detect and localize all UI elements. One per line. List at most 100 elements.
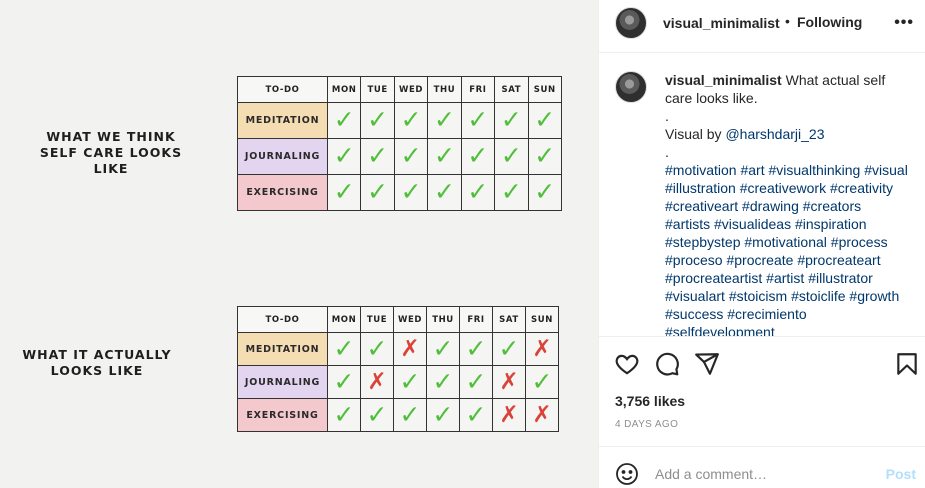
comments-section[interactable]: visual_minimalist What actual self care … <box>599 54 925 337</box>
hashtag-link[interactable]: #procreate <box>726 252 793 268</box>
check-icon: ✓ <box>434 106 455 134</box>
expected-cell: ✓ <box>393 138 429 175</box>
check-icon: ✓ <box>399 400 421 429</box>
expected-cell: ✓ <box>393 102 429 139</box>
hashtag-link[interactable]: #visual <box>864 162 908 178</box>
day-header-fri: FRI <box>460 76 496 103</box>
heart-icon[interactable] <box>614 351 640 377</box>
hashtag-link[interactable]: #artist <box>766 270 804 286</box>
actual-cell: ✓ <box>459 332 493 366</box>
check-icon: ✓ <box>367 178 389 206</box>
likes-count[interactable]: 3,756 likes <box>615 393 685 409</box>
actual-cell: ✓ <box>426 365 460 399</box>
hashtag-link[interactable]: #stoicism <box>729 288 787 304</box>
check-icon: ✓ <box>333 334 355 363</box>
expected-cell: ✓ <box>393 174 429 211</box>
hashtag-link[interactable]: #proceso <box>665 252 723 268</box>
following-button[interactable]: Following <box>797 14 862 30</box>
check-icon: ✓ <box>432 367 454 396</box>
credit-handle-link[interactable]: @harshdarji_23 <box>725 126 824 142</box>
check-icon: ✓ <box>434 142 455 170</box>
cross-icon: ✗ <box>499 368 519 394</box>
header-separator: • <box>785 13 790 29</box>
hashtag-link[interactable]: #creativework <box>740 180 826 196</box>
hashtag-link[interactable]: #drawing <box>742 198 799 214</box>
check-icon: ✓ <box>432 334 454 363</box>
hashtag-link[interactable]: #illustrator <box>808 270 873 286</box>
actual-cell: ✗ <box>360 365 394 399</box>
hashtag-link[interactable]: #visualideas <box>714 216 791 232</box>
habit-label-meditation: MEDITATION <box>237 332 328 366</box>
hashtag-link[interactable]: #selfdevelopment <box>665 324 775 336</box>
day-header-sat: SAT <box>494 76 529 103</box>
check-icon: ✓ <box>465 400 487 429</box>
hashtag-link[interactable]: #illustration <box>665 180 736 196</box>
hashtag-link[interactable]: #creativity <box>830 180 893 196</box>
actual-cell: ✓ <box>360 398 394 432</box>
more-horizontal-icon[interactable]: ••• <box>894 14 914 32</box>
day-header-sun: SUN <box>527 76 563 103</box>
hashtag-link[interactable]: #inspiration <box>795 216 867 232</box>
expected-cell: ✓ <box>326 174 362 211</box>
expected-cell: ✓ <box>494 102 529 139</box>
habit-label-journaling: JOURNALING <box>237 365 328 399</box>
check-icon: ✓ <box>434 178 455 206</box>
hashtag-link[interactable]: #motivation <box>665 162 737 178</box>
day-header-mon: MON <box>326 76 362 103</box>
cross-icon: ✗ <box>367 368 387 394</box>
caption-username[interactable]: visual_minimalist <box>665 72 782 88</box>
actual-cell: ✓ <box>426 398 460 432</box>
post-date[interactable]: 4 DAYS AGO <box>615 419 678 430</box>
check-icon: ✓ <box>500 106 522 134</box>
hashtag-link[interactable]: #creativeart <box>665 198 738 214</box>
check-icon: ✓ <box>333 367 355 396</box>
cross-icon: ✗ <box>532 401 552 427</box>
emoji-icon[interactable] <box>615 462 639 486</box>
actual-cell: ✓ <box>525 365 559 399</box>
avatar[interactable] <box>615 71 647 103</box>
expected-cell: ✓ <box>360 138 395 175</box>
cross-icon: ✗ <box>400 335 420 361</box>
hashtag-link[interactable]: #process <box>831 234 888 250</box>
hashtag-link[interactable]: #procreateartist <box>665 270 762 286</box>
action-bar <box>599 345 925 385</box>
share-icon[interactable] <box>694 351 720 377</box>
hashtag-link[interactable]: #crecimiento <box>727 306 806 322</box>
expected-cell: ✓ <box>326 102 362 139</box>
check-icon: ✓ <box>531 367 553 396</box>
header-username[interactable]: visual_minimalist <box>663 15 780 31</box>
hashtag-link[interactable]: #stepbystep <box>665 234 741 250</box>
caption-expected: WHAT WE THINK SELF CARE LOOKS LIKE <box>39 129 183 176</box>
actual-cell: ✓ <box>327 365 361 399</box>
hashtag-list: #motivation #art #visualthinking #visual… <box>665 161 910 336</box>
check-icon: ✓ <box>534 178 556 206</box>
todo-header: TO-DO <box>237 306 328 333</box>
hashtag-link[interactable]: #stoiclife <box>791 288 845 304</box>
habit-label-journaling: JOURNALING <box>237 138 328 175</box>
day-header-mon: MON <box>327 306 361 333</box>
hashtag-link[interactable]: #procreateart <box>797 252 880 268</box>
hashtag-link[interactable]: #artists <box>665 216 710 232</box>
hashtag-link[interactable]: #visualthinking <box>769 162 861 178</box>
post-image[interactable]: WHAT WE THINK SELF CARE LOOKS LIKE TO-DO… <box>0 0 598 488</box>
hashtag-link[interactable]: #art <box>740 162 764 178</box>
hashtag-link[interactable]: #visualart <box>665 288 725 304</box>
expected-cell: ✓ <box>527 102 563 139</box>
cross-icon: ✗ <box>532 335 552 361</box>
hashtag-link[interactable]: #growth <box>849 288 899 304</box>
expected-cell: ✓ <box>494 138 529 175</box>
hashtag-link[interactable]: #motivational <box>744 234 827 250</box>
hashtag-link[interactable]: #success <box>665 306 723 322</box>
avatar[interactable] <box>615 7 647 39</box>
actual-cell: ✓ <box>360 332 394 366</box>
comment-icon[interactable] <box>654 351 680 377</box>
actual-cell: ✗ <box>492 398 526 432</box>
habit-label-exercising: EXERCISING <box>237 174 328 211</box>
post-button[interactable]: Post <box>886 466 916 482</box>
hashtag-link[interactable]: #creators <box>803 198 861 214</box>
expected-cell: ✓ <box>326 138 362 175</box>
add-comment-bar: Post <box>599 446 925 488</box>
caption-dot: . <box>665 108 669 124</box>
comment-input[interactable] <box>655 463 865 485</box>
save-icon[interactable] <box>894 351 920 377</box>
